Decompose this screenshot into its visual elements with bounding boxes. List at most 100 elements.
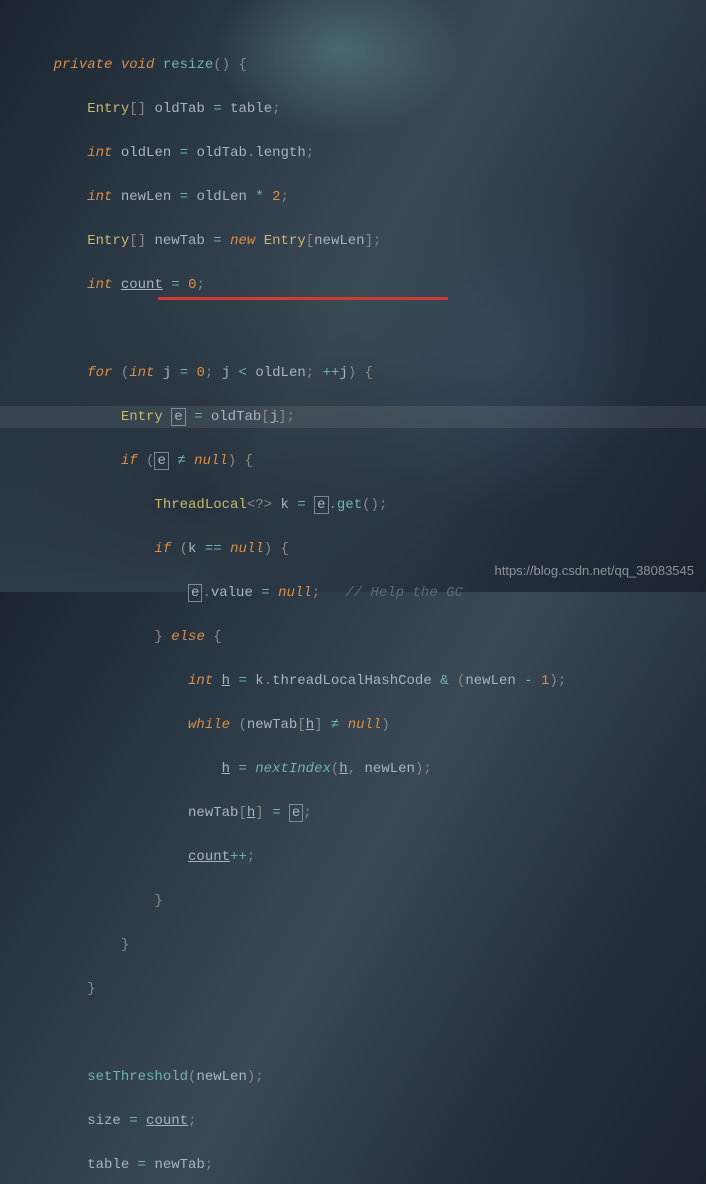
code-line: int newLen = oldLen * 2;	[0, 186, 706, 208]
semi: ;	[287, 409, 295, 425]
operator: ++	[323, 365, 340, 381]
semi: ;	[379, 497, 387, 513]
var: k	[188, 541, 196, 557]
prop: length	[255, 145, 305, 161]
operator: *	[255, 189, 263, 205]
var: newTab	[154, 1157, 204, 1173]
function: nextIndex	[255, 761, 331, 777]
red-underline-annotation	[158, 297, 448, 300]
keyword-private: private	[54, 57, 113, 73]
var: oldTab	[154, 101, 204, 117]
dot: .	[202, 585, 210, 601]
type: Entry	[87, 233, 129, 249]
rbrace: }	[121, 937, 129, 953]
semi: ;	[312, 585, 320, 601]
operator-neq: ≠	[331, 717, 339, 733]
keyword-new: new	[230, 233, 255, 249]
prop: value	[211, 585, 253, 601]
var: k	[280, 497, 288, 513]
operator: =	[129, 1113, 137, 1129]
code-line: table = newTab;	[0, 1154, 706, 1176]
var: count	[121, 277, 163, 293]
comma: ,	[348, 761, 356, 777]
var: newLen	[465, 673, 515, 689]
null-literal: null	[348, 717, 382, 733]
code-line: while (newTab[h] ≠ null)	[0, 714, 706, 736]
lparen: (	[238, 717, 246, 733]
code-line: int h = k.threadLocalHashCode & (newLen …	[0, 670, 706, 692]
class: ThreadLocal	[154, 497, 246, 513]
keyword-while: while	[188, 717, 230, 733]
code-line	[0, 1022, 706, 1044]
type: int	[188, 673, 213, 689]
prop: threadLocalHashCode	[272, 673, 432, 689]
semi: ;	[188, 1113, 196, 1129]
type: Entry	[121, 409, 163, 425]
semi: ;	[196, 277, 204, 293]
method: setThreshold	[87, 1069, 188, 1085]
code-line: }	[0, 890, 706, 912]
code-line-highlighted: Entry e = oldTab[j];	[0, 406, 706, 428]
code-editor: private void resize() { Entry[] oldTab =…	[0, 0, 706, 1184]
rparen: )	[381, 717, 389, 733]
operator: ++	[230, 849, 247, 865]
semi: ;	[247, 849, 255, 865]
highlighted-var: e	[314, 496, 328, 514]
generic: <?>	[247, 497, 272, 513]
comment: // Help the GC	[345, 585, 463, 601]
var: newLen	[121, 189, 171, 205]
type: int	[87, 277, 112, 293]
var: oldLen	[196, 189, 246, 205]
operator: =	[138, 1157, 146, 1173]
code-line: Entry[] newTab = new Entry[newLen];	[0, 230, 706, 252]
operator: =	[180, 189, 188, 205]
var: j	[270, 409, 278, 425]
code-line: int count = 0;	[0, 274, 706, 296]
highlighted-var: e	[289, 804, 303, 822]
var: newTab	[154, 233, 204, 249]
var: h	[306, 717, 314, 733]
highlighted-var: e	[188, 584, 202, 602]
code-line: setThreshold(newLen);	[0, 1066, 706, 1088]
keyword-for: for	[87, 365, 112, 381]
var: j	[163, 365, 171, 381]
var: newTab	[188, 805, 238, 821]
type: int	[129, 365, 154, 381]
number: 0	[197, 365, 205, 381]
var: oldTab	[211, 409, 261, 425]
code-line: } else {	[0, 626, 706, 648]
operator-neq: ≠	[177, 453, 185, 469]
keyword-if: if	[154, 541, 171, 557]
class: Entry	[264, 233, 306, 249]
highlighted-var: e	[154, 452, 168, 470]
rbrace: }	[154, 629, 162, 645]
var: oldLen	[121, 145, 171, 161]
lbracket: [	[261, 409, 269, 425]
var: newLen	[314, 233, 364, 249]
type: int	[87, 189, 112, 205]
rparen: )	[549, 673, 557, 689]
operator: -	[524, 673, 532, 689]
rparen-brace: ) {	[348, 365, 373, 381]
rparen-brace: ) {	[228, 453, 253, 469]
code-line: int oldLen = oldTab.length;	[0, 142, 706, 164]
operator: =	[180, 365, 188, 381]
rbracket: ]	[278, 409, 286, 425]
code-line: count++;	[0, 846, 706, 868]
method: get	[337, 497, 362, 513]
null-literal: null	[194, 453, 228, 469]
var: newTab	[247, 717, 297, 733]
number: 2	[272, 189, 280, 205]
rparen: )	[415, 761, 423, 777]
lparen: (	[180, 541, 188, 557]
var: j	[339, 365, 347, 381]
lbrace: {	[213, 629, 221, 645]
var: table	[230, 101, 272, 117]
code-line: Entry[] oldTab = table;	[0, 98, 706, 120]
dot: .	[329, 497, 337, 513]
array-brackets: []	[129, 101, 146, 117]
operator: =	[194, 409, 202, 425]
array-brackets: []	[129, 233, 146, 249]
var: k	[255, 673, 263, 689]
var: h	[222, 761, 230, 777]
